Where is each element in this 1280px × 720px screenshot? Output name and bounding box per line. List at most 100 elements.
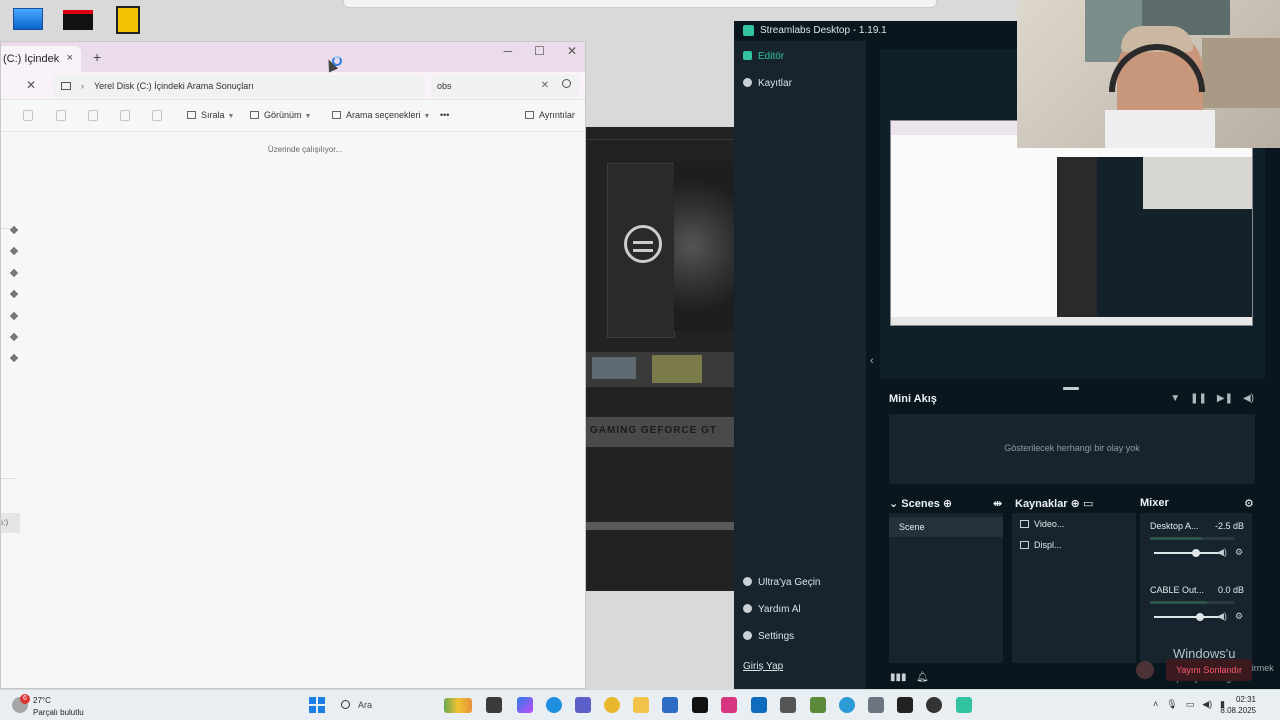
pin-icon[interactable] (9, 311, 19, 321)
taskbar-search[interactable]: Ara (334, 695, 474, 716)
scene-item[interactable]: Scene (889, 517, 1003, 537)
stop-icon[interactable]: ✕ (26, 78, 36, 92)
more-options-button[interactable]: ••• (440, 110, 449, 120)
source-item[interactable]: Video... (1020, 519, 1064, 529)
search-input[interactable]: obs (437, 81, 452, 91)
address-bar[interactable]: › Yerel Disk (C:) İçindeki Arama Sonuçlar… (53, 75, 425, 97)
paste-icon[interactable] (88, 110, 98, 121)
new-tab-button[interactable]: + (93, 49, 101, 65)
add-source-icon[interactable]: ⊕ (1071, 498, 1080, 510)
copilot-icon[interactable] (517, 697, 533, 713)
chevron-left-icon[interactable]: ‹ (870, 355, 874, 367)
streamlabs-icon[interactable] (956, 697, 972, 713)
minecraft-icon[interactable] (810, 697, 826, 713)
volume-icon[interactable]: ◀) (1243, 393, 1254, 404)
nav-settings[interactable]: Settings (743, 631, 794, 642)
nav-help[interactable]: Yardım Al (743, 604, 801, 615)
stats-icon[interactable]: ▮▮▮ (890, 672, 907, 683)
teams-icon[interactable] (575, 697, 591, 713)
pause-icon[interactable]: ❚❚ (1190, 393, 1207, 404)
mixer-settings-icon[interactable]: ⚙ (1244, 497, 1254, 510)
add-scene-icon[interactable]: ⊕ (943, 498, 952, 510)
notification-icon[interactable]: 🔔︎ (916, 672, 929, 683)
network-icon[interactable]: ▭ (1186, 699, 1195, 710)
maximize-icon[interactable]: ☐ (534, 44, 545, 58)
gear-icon[interactable]: ⚙ (1235, 547, 1243, 558)
tab-close-icon[interactable]: × (67, 52, 73, 64)
mic-icon[interactable]: 🎙︎ (1166, 699, 1177, 710)
source-item[interactable]: Displ... (1020, 540, 1062, 550)
mute-icon[interactable]: ◀) (1217, 611, 1227, 622)
view-button[interactable]: Görünüm ▼ (250, 110, 311, 120)
obs-icon[interactable] (926, 697, 942, 713)
app-icon[interactable] (780, 697, 796, 713)
gear-icon[interactable]: ⚙ (1235, 611, 1243, 622)
pin-icon[interactable] (9, 289, 19, 299)
store-icon[interactable] (662, 697, 678, 713)
nav-editor[interactable]: Editör (743, 51, 784, 62)
edge-icon[interactable] (546, 697, 562, 713)
view-label: Görünüm (264, 110, 302, 120)
pin-icon[interactable] (9, 353, 19, 363)
record-button[interactable] (1136, 661, 1154, 679)
file-explorer-icon[interactable] (633, 697, 649, 713)
terminal-icon[interactable] (897, 697, 913, 713)
nav-ultra-label: Ultra'ya Geçin (758, 577, 821, 588)
chip (592, 357, 636, 379)
volume-slider[interactable] (1154, 613, 1222, 621)
resize-handle[interactable] (1063, 387, 1079, 390)
explorer-tab[interactable]: (C:) İçindeki Ar × (1, 46, 81, 72)
pin-icon[interactable] (9, 225, 19, 235)
display-icon (1020, 541, 1029, 549)
copy-icon[interactable] (56, 110, 66, 121)
clear-search-icon[interactable]: ✕ (541, 80, 549, 91)
nav-selected-item[interactable]: ı:) (1, 513, 20, 533)
start-tile (318, 706, 325, 713)
volume-slider[interactable] (1154, 549, 1222, 557)
nav-recordings[interactable]: Kayıtlar (743, 78, 792, 89)
nav-editor-label: Editör (758, 51, 785, 62)
settings-icon[interactable] (868, 697, 884, 713)
desktop-icon-this-pc[interactable] (8, 4, 48, 40)
pin-icon[interactable] (9, 246, 19, 256)
taskbar-clock[interactable]: 02:31 8.08.2025 (1220, 694, 1256, 716)
chevron-up-icon[interactable]: ˄ (1153, 699, 1158, 710)
search-icon[interactable] (562, 79, 571, 88)
scene-transition-icon[interactable]: ⇹ (993, 497, 1002, 510)
close-icon[interactable]: ✕ (567, 44, 577, 58)
search-options-button[interactable]: Arama seçenekleri ▼ (332, 110, 430, 120)
sort-button[interactable]: Sırala ▼ (187, 110, 234, 120)
rename-icon[interactable] (120, 110, 130, 121)
taskbar: 6 27°C Parçalı bulutlu Ara ˄ 🎙︎ ▭ ◀) ▮ 0… (0, 689, 1280, 720)
start-button[interactable] (309, 697, 325, 713)
nav-ultra[interactable]: Ultra'ya Geçin (743, 577, 821, 588)
volume-slider-knob[interactable] (1195, 613, 1204, 621)
chrome-icon[interactable] (604, 697, 620, 713)
details-button[interactable]: Ayrıntılar (525, 110, 575, 120)
stop-stream-button[interactable]: Yayını Sonlandır (1166, 659, 1252, 681)
desktop-icon-app[interactable] (58, 4, 98, 40)
desktop-icon-game[interactable] (108, 4, 148, 40)
filter-icon[interactable]: ▼ (1170, 393, 1180, 404)
stream-preview[interactable] (890, 120, 1253, 326)
login-link[interactable]: Giriş Yap (743, 661, 783, 672)
browser-icon[interactable] (839, 697, 855, 713)
folder-icon[interactable]: ▭ (1083, 498, 1093, 510)
volume-icon[interactable]: ◀) (1202, 699, 1212, 710)
outlook-icon[interactable] (751, 697, 767, 713)
cut-icon[interactable] (23, 110, 33, 121)
volume-slider-knob[interactable] (1191, 549, 1200, 557)
tiktok-icon[interactable] (692, 697, 708, 713)
minimize-icon[interactable]: ─ (504, 44, 513, 58)
delete-icon[interactable] (152, 110, 162, 121)
mute-icon[interactable]: ◀) (1217, 547, 1227, 558)
pin-icon[interactable] (9, 268, 19, 278)
clock-date: 8.08.2025 (1220, 706, 1256, 715)
task-view-icon[interactable] (486, 697, 502, 713)
search-box[interactable]: obs ✕ (431, 75, 579, 97)
sources-header: Kaynaklar ⊕ ▭ (1015, 497, 1093, 510)
instagram-icon[interactable] (721, 697, 737, 713)
skip-icon[interactable]: ▶❚ (1217, 393, 1233, 404)
chevron-right-icon[interactable]: › (81, 81, 84, 91)
pin-icon[interactable] (9, 332, 19, 342)
